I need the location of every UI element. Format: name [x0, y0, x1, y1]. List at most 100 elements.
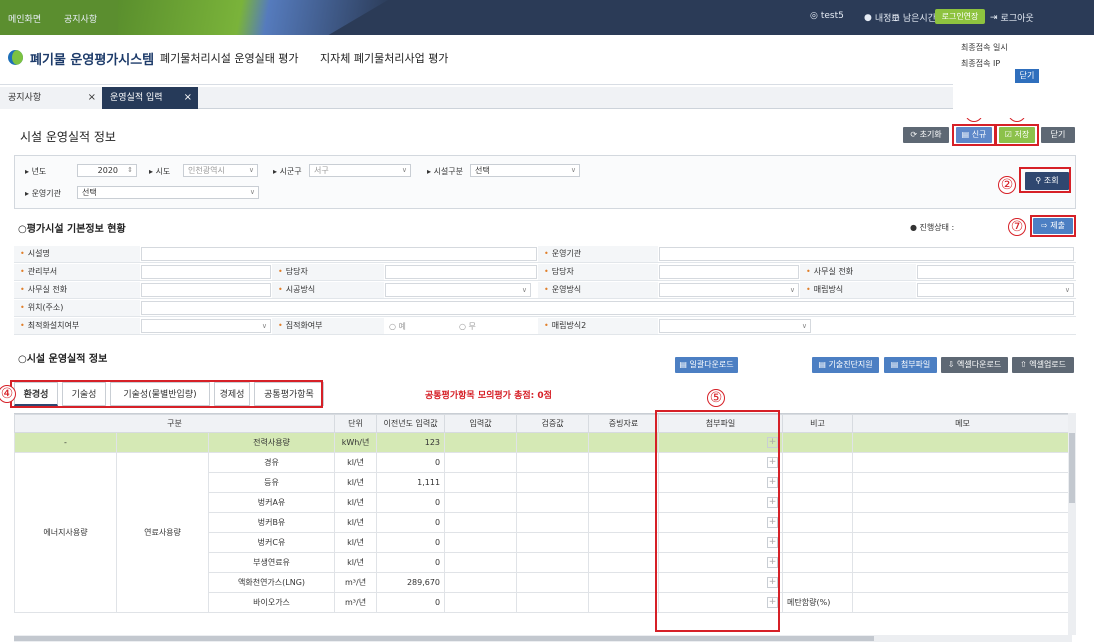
- verified-cell: [516, 472, 590, 493]
- prev-value: 1,111: [376, 472, 446, 493]
- prev-value: 123: [376, 432, 446, 453]
- evidence-cell: [588, 452, 660, 473]
- remark-cell: [782, 432, 854, 453]
- build-method-select[interactable]: ∨: [385, 283, 531, 297]
- input-cell[interactable]: [444, 532, 518, 553]
- bulk-download-button[interactable]: ▤ 일괄다운로드: [675, 357, 738, 373]
- table-row: 에너지사용량 연료사용량 경유 kl/년 0 +: [14, 452, 1072, 613]
- operator-select[interactable]: 선택 ∨: [77, 186, 259, 199]
- input-cell[interactable]: [444, 572, 518, 593]
- popup-close-button[interactable]: 닫기: [1015, 69, 1039, 83]
- evidence-cell: [588, 572, 660, 593]
- memo-cell[interactable]: [852, 572, 1072, 593]
- verified-cell: [516, 512, 590, 533]
- excel-upload-button[interactable]: ⇧ 엑셀업로드: [1012, 357, 1074, 373]
- home-link[interactable]: 메인화면: [8, 12, 41, 25]
- chevron-down-icon: ∨: [261, 322, 267, 330]
- memo-cell[interactable]: [852, 592, 1072, 613]
- logo[interactable]: 폐기물 운영평가시스템: [30, 49, 154, 68]
- annotation-box-6: [995, 124, 1039, 146]
- op-manager-field[interactable]: [659, 265, 799, 279]
- annotation-box-7: [1030, 215, 1076, 237]
- logout-link[interactable]: ⇥ 로그아웃: [990, 11, 1034, 25]
- file-icon: ▤: [679, 360, 690, 369]
- username: test5: [820, 11, 844, 21]
- memo-cell[interactable]: [852, 472, 1072, 493]
- landfill-method2-select[interactable]: ∨: [659, 319, 811, 333]
- remark-cell: [782, 512, 854, 533]
- office-phone2-field[interactable]: [141, 283, 271, 297]
- prev-value: 0: [376, 452, 446, 473]
- memo-cell[interactable]: [852, 532, 1072, 553]
- optimize-select[interactable]: ∨: [141, 319, 271, 333]
- location-field[interactable]: [141, 301, 1074, 315]
- sigungu-select[interactable]: 서구 ∨: [309, 164, 411, 177]
- prev-value: 0: [376, 512, 446, 533]
- login-extend-button[interactable]: 로그인연장: [935, 9, 985, 24]
- unit-cell: m³/년: [334, 592, 378, 613]
- file-icon: ▤: [818, 360, 829, 369]
- vertical-scrollbar[interactable]: [1068, 413, 1076, 635]
- input-cell[interactable]: [444, 552, 518, 573]
- close-button[interactable]: 닫기: [1041, 127, 1075, 143]
- op-method-select[interactable]: ∨: [659, 283, 799, 297]
- sigungu-label: ▸ 시군구: [273, 167, 302, 176]
- notice-link[interactable]: 공지사항: [64, 12, 97, 25]
- operator-field[interactable]: [659, 247, 1074, 261]
- op-method-label: • 운영방식: [538, 282, 658, 298]
- nav-facility-eval[interactable]: 폐기물처리시설 운영실태 평가: [160, 50, 299, 66]
- top-bar: 메인화면 공지사항 ◎ test5 ● 내정보 ◴ 남은시간 ( 09 : 53…: [0, 0, 1094, 35]
- memo-cell[interactable]: [852, 552, 1072, 573]
- col-unit: 단위: [334, 414, 378, 433]
- input-cell[interactable]: [444, 432, 518, 453]
- operator-label-grid: • 운영기관: [538, 246, 658, 262]
- scroll-thumb[interactable]: [14, 636, 874, 641]
- spinner-icon[interactable]: ⇕: [127, 165, 133, 176]
- reset-button[interactable]: ⟳ 초기화: [903, 127, 949, 143]
- verified-cell: [516, 452, 590, 473]
- excel-download-button[interactable]: ⇩ 엑셀다운로드: [941, 357, 1008, 373]
- manager-field[interactable]: [385, 265, 537, 279]
- input-cell[interactable]: [444, 592, 518, 613]
- input-cell[interactable]: [444, 512, 518, 533]
- memo-cell[interactable]: [852, 492, 1072, 513]
- col-memo: 메모: [852, 414, 1072, 433]
- item-name: 액화천연가스(LNG): [207, 572, 336, 593]
- landfill-method-label: • 매립방식: [800, 282, 916, 298]
- annotation-5: ⑤: [707, 389, 725, 407]
- input-cell[interactable]: [444, 492, 518, 513]
- input-cell[interactable]: [444, 452, 518, 473]
- radio-no[interactable]: ○ 무: [459, 321, 476, 332]
- close-icon[interactable]: ×: [184, 87, 192, 109]
- landfill-method-select[interactable]: ∨: [917, 283, 1074, 297]
- memo-cell[interactable]: [852, 452, 1072, 473]
- radio-yes[interactable]: ○ 예: [389, 321, 406, 332]
- tech-diag-button[interactable]: ▤ 기술진단지원: [812, 357, 879, 373]
- scroll-thumb[interactable]: [1069, 433, 1075, 503]
- item-name: 바이오가스: [207, 592, 336, 613]
- radio-icon: ○: [389, 322, 399, 331]
- nav-local-eval[interactable]: 지자체 폐기물처리사업 평가: [320, 50, 448, 66]
- user-info[interactable]: ◎ test5: [810, 11, 844, 21]
- manage-dept-field[interactable]: [141, 265, 271, 279]
- op-manager-label: • 담당자: [538, 264, 658, 280]
- office-phone-field[interactable]: [917, 265, 1074, 279]
- tab-performance-input[interactable]: 운영실적 입력 ×: [102, 87, 198, 109]
- tab-bar: 공지사항 × 운영실적 입력 × ✕ ‹ ›: [0, 87, 1094, 109]
- manager-label: • 담당자: [272, 264, 384, 280]
- facility-type-select[interactable]: 선택 ∨: [470, 164, 580, 177]
- attach-button[interactable]: ▤ 첨부파일: [884, 357, 937, 373]
- col-prev: 이전년도 입력값: [376, 414, 446, 433]
- perf-title: ○시설 운영실적 정보: [18, 354, 108, 365]
- common-score-notice: 공통평가항목 모의평가 총점: 0점: [425, 391, 552, 401]
- memo-cell[interactable]: [852, 432, 1072, 453]
- memo-cell[interactable]: [852, 512, 1072, 533]
- horizontal-scrollbar[interactable]: [14, 635, 1072, 642]
- close-icon[interactable]: ×: [88, 87, 96, 109]
- input-cell[interactable]: [444, 472, 518, 493]
- tab-notice[interactable]: 공지사항 ×: [0, 87, 102, 109]
- sido-select[interactable]: 인천광역시 ∨: [183, 164, 258, 177]
- facility-name-field[interactable]: [141, 247, 537, 261]
- radio-icon: ○: [459, 322, 469, 331]
- year-stepper[interactable]: 2020 ⇕: [77, 164, 137, 177]
